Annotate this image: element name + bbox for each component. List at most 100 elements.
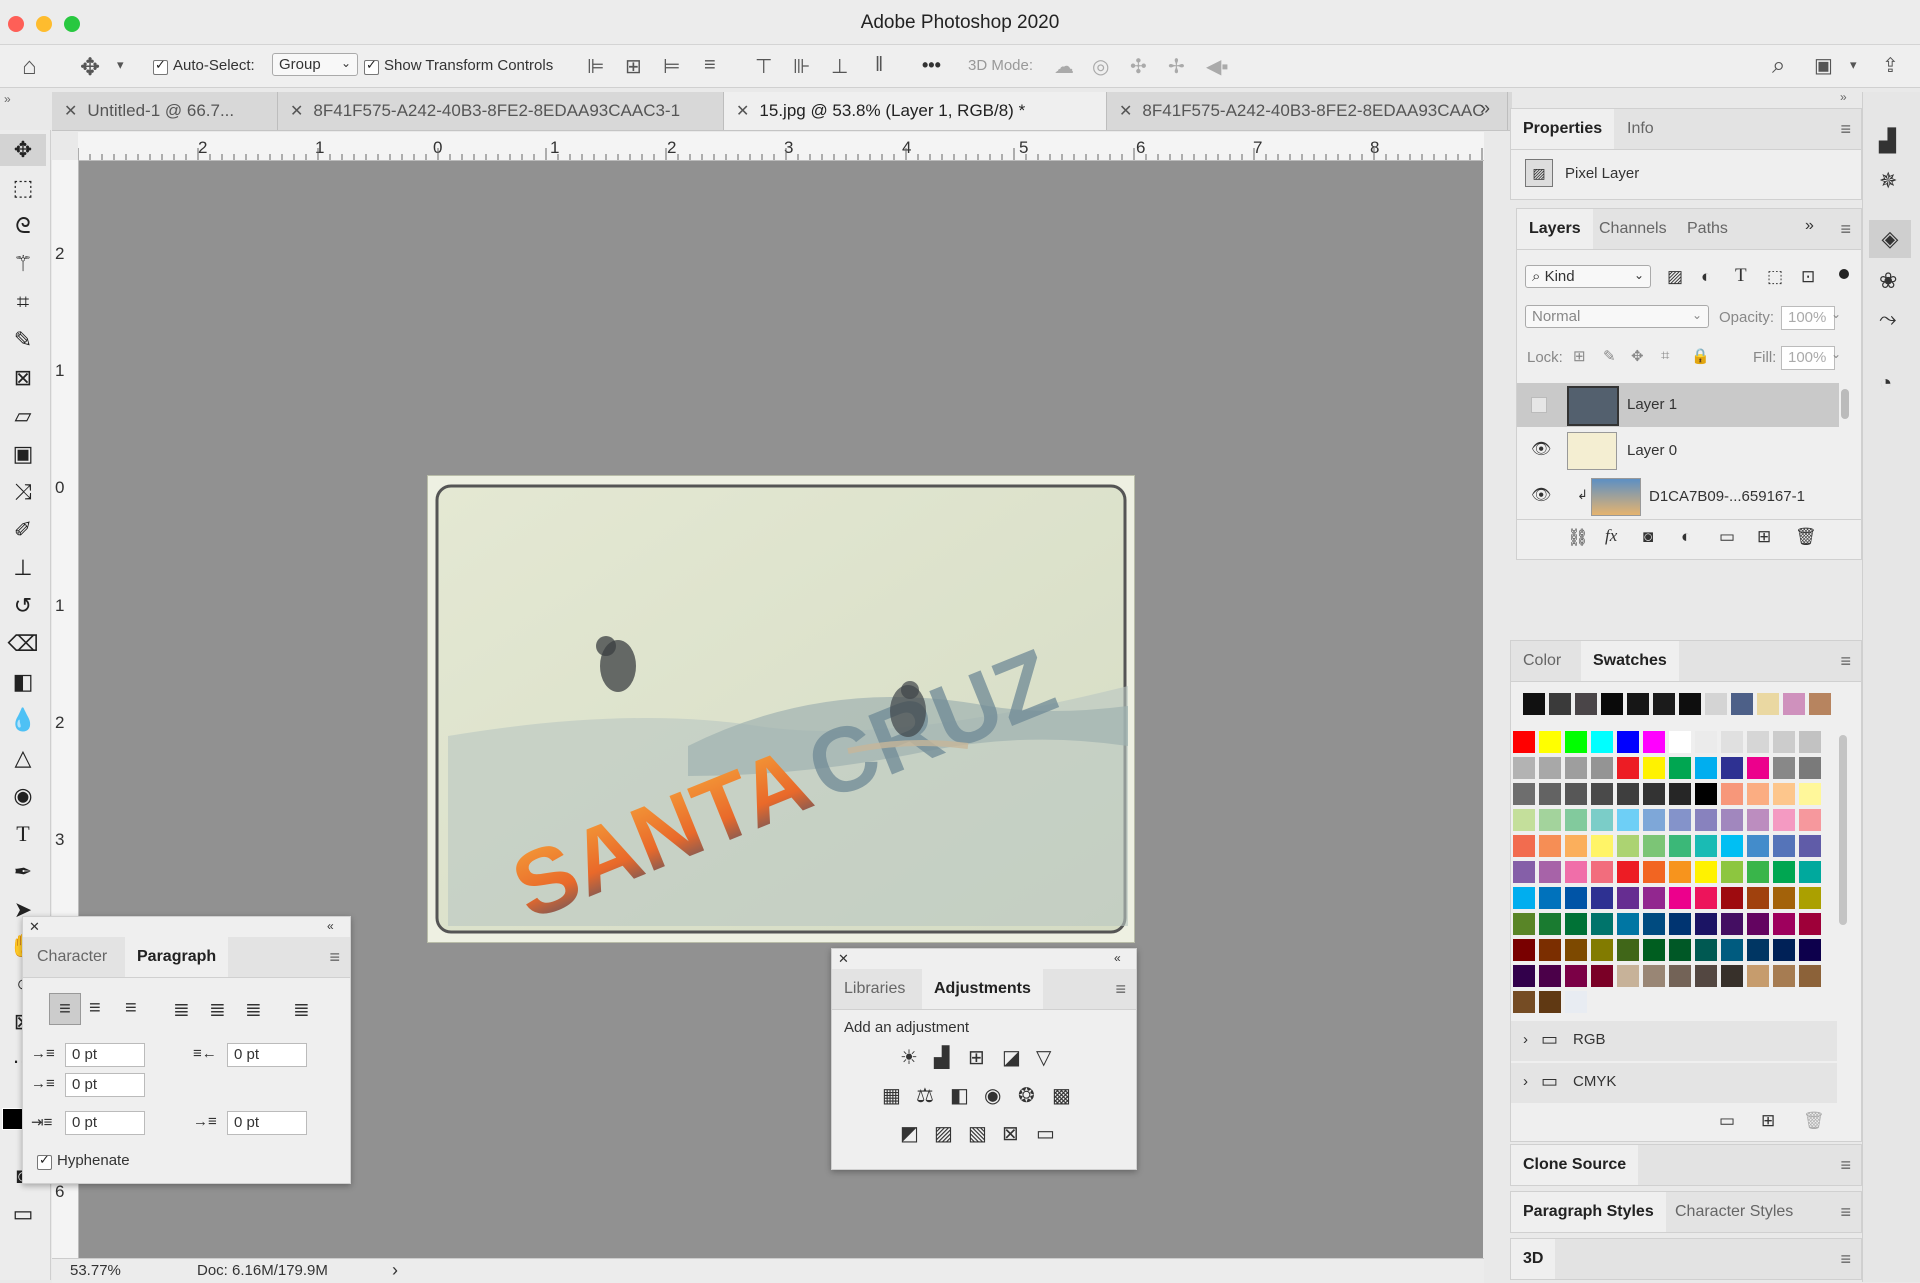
swatch[interactable] <box>1747 783 1769 805</box>
3d-orbit-icon[interactable]: ☁ <box>1054 54 1074 79</box>
layer-name[interactable]: Layer 1 <box>1627 396 1677 413</box>
color-balance-icon[interactable]: ⚖ <box>916 1083 934 1108</box>
blend-mode-dropdown[interactable]: Normal ⌄ <box>1525 305 1709 328</box>
distribute-vertical-icon[interactable]: ≡ <box>704 54 716 77</box>
swatch[interactable] <box>1695 731 1717 753</box>
home-icon[interactable]: ⌂ <box>22 53 37 81</box>
show-transform-checkbox[interactable] <box>364 57 379 75</box>
filter-toggle-icon[interactable] <box>1839 269 1849 279</box>
swatch[interactable] <box>1669 809 1691 831</box>
threshold-icon[interactable]: ▧ <box>968 1121 987 1146</box>
sponge-tool-icon[interactable]: ◉ <box>0 780 46 812</box>
swatch[interactable] <box>1643 913 1665 935</box>
swatch[interactable] <box>1747 887 1769 909</box>
tab-8f41-1[interactable]: ✕ 8F41F575-A242-40B3-8FE2-8EDAA93CAAC3-1 <box>278 92 724 130</box>
swatch[interactable] <box>1565 991 1587 1013</box>
swatch[interactable] <box>1617 939 1639 961</box>
swatch[interactable] <box>1643 861 1665 883</box>
swatch[interactable] <box>1799 913 1821 935</box>
content-aware-move-icon[interactable]: ⤨ <box>0 476 46 508</box>
expand-toolbar-icon[interactable]: » <box>4 92 11 106</box>
opacity-chevron-icon[interactable]: ⌄ <box>1831 307 1841 321</box>
swatch[interactable] <box>1695 965 1717 987</box>
swatch[interactable] <box>1565 757 1587 779</box>
paths-panel-icon[interactable]: ⤳ <box>1879 306 1897 332</box>
levels-icon[interactable]: ▟ <box>934 1045 949 1070</box>
swatch[interactable] <box>1721 731 1743 753</box>
swatch[interactable] <box>1539 809 1561 831</box>
panel-menu-icon[interactable]: ≡ <box>1840 219 1851 240</box>
lasso-tool-icon[interactable]: ᘓ <box>0 210 46 242</box>
swatch[interactable] <box>1669 783 1691 805</box>
navigator-icon[interactable]: ✵ <box>1879 168 1897 194</box>
swatch[interactable] <box>1643 731 1665 753</box>
invert-icon[interactable]: ◩ <box>900 1121 919 1146</box>
close-tab-icon[interactable]: ✕ <box>1119 103 1132 120</box>
layer-row[interactable]: Layer 1 <box>1517 383 1839 427</box>
swatch[interactable] <box>1799 783 1821 805</box>
swatch[interactable] <box>1721 757 1743 779</box>
justify-last-right-icon[interactable]: ≣ <box>245 997 262 1022</box>
tab-paths[interactable]: Paths <box>1675 209 1740 249</box>
swatch[interactable] <box>1669 939 1691 961</box>
swatch[interactable] <box>1617 757 1639 779</box>
swatch[interactable] <box>1513 731 1535 753</box>
swatch[interactable] <box>1539 991 1561 1013</box>
swatch[interactable] <box>1513 965 1535 987</box>
swatch[interactable] <box>1747 939 1769 961</box>
swatch[interactable] <box>1591 835 1613 857</box>
swatch[interactable] <box>1721 835 1743 857</box>
swatch[interactable] <box>1565 809 1587 831</box>
swatch[interactable] <box>1565 939 1587 961</box>
tab-character[interactable]: Character <box>25 937 119 977</box>
chevron-down-icon[interactable]: ▾ <box>117 57 124 73</box>
swatch[interactable] <box>1799 939 1821 961</box>
swatch[interactable] <box>1695 835 1717 857</box>
foreground-color-swatch[interactable] <box>2 1108 24 1130</box>
3d-roll-icon[interactable]: ◎ <box>1092 54 1109 79</box>
swatch[interactable] <box>1513 913 1535 935</box>
tab-paragraph-styles[interactable]: Paragraph Styles <box>1511 1192 1666 1232</box>
swatch[interactable] <box>1565 965 1587 987</box>
align-left-text-icon[interactable]: ≡ <box>49 993 81 1025</box>
swatch[interactable] <box>1513 809 1535 831</box>
tab-untitled[interactable]: ✕ Untitled-1 @ 66.7... <box>52 92 278 130</box>
swatch[interactable] <box>1679 693 1701 715</box>
swatch[interactable] <box>1591 965 1613 987</box>
tab-layers[interactable]: Layers <box>1517 209 1593 249</box>
swatch[interactable] <box>1747 731 1769 753</box>
swatch[interactable] <box>1591 939 1613 961</box>
swatch[interactable] <box>1721 861 1743 883</box>
swatch[interactable] <box>1747 835 1769 857</box>
tab-paragraph[interactable]: Paragraph <box>125 937 229 977</box>
swatch[interactable] <box>1513 783 1535 805</box>
move-tool-icon[interactable]: ✥ <box>80 53 100 82</box>
swatch[interactable] <box>1617 887 1639 909</box>
blur-tool-icon[interactable]: 💧 <box>0 704 46 736</box>
swatch[interactable] <box>1773 913 1795 935</box>
eyedropper-tool-icon[interactable]: ✎ <box>0 324 46 356</box>
swatch-group-cmyk[interactable]: › ▭ CMYK <box>1511 1063 1837 1103</box>
more-options-button[interactable]: ••• <box>922 55 941 76</box>
share-icon[interactable]: ⇪ <box>1882 53 1899 78</box>
collapse-panels-icon[interactable]: » <box>1840 90 1847 104</box>
filter-shape-icon[interactable]: ⬚ <box>1767 267 1783 287</box>
indent-left-field[interactable]: 0 pt <box>65 1043 145 1067</box>
zoom-level[interactable]: 53.77% <box>70 1262 121 1279</box>
swatch[interactable] <box>1565 835 1587 857</box>
delete-swatch-icon[interactable]: 🗑 <box>1803 1111 1825 1131</box>
swatch[interactable] <box>1591 783 1613 805</box>
3d-scale-icon[interactable]: ◀▪ <box>1206 54 1228 79</box>
swatch[interactable] <box>1721 809 1743 831</box>
swatch[interactable] <box>1773 809 1795 831</box>
swatch[interactable] <box>1747 757 1769 779</box>
swatch[interactable] <box>1617 861 1639 883</box>
auto-select-dropdown[interactable]: Group ⌄ <box>272 53 358 76</box>
swatch[interactable] <box>1747 861 1769 883</box>
search-icon[interactable]: ⌕ <box>1772 52 1785 80</box>
swatch[interactable] <box>1539 939 1561 961</box>
histogram-icon[interactable]: ▟ <box>1879 128 1896 154</box>
collapse-panel-icon[interactable]: « <box>327 919 334 933</box>
layers-panel-icon[interactable]: ◈ <box>1869 220 1911 258</box>
channels-panel-icon[interactable]: ❀ <box>1879 268 1897 294</box>
